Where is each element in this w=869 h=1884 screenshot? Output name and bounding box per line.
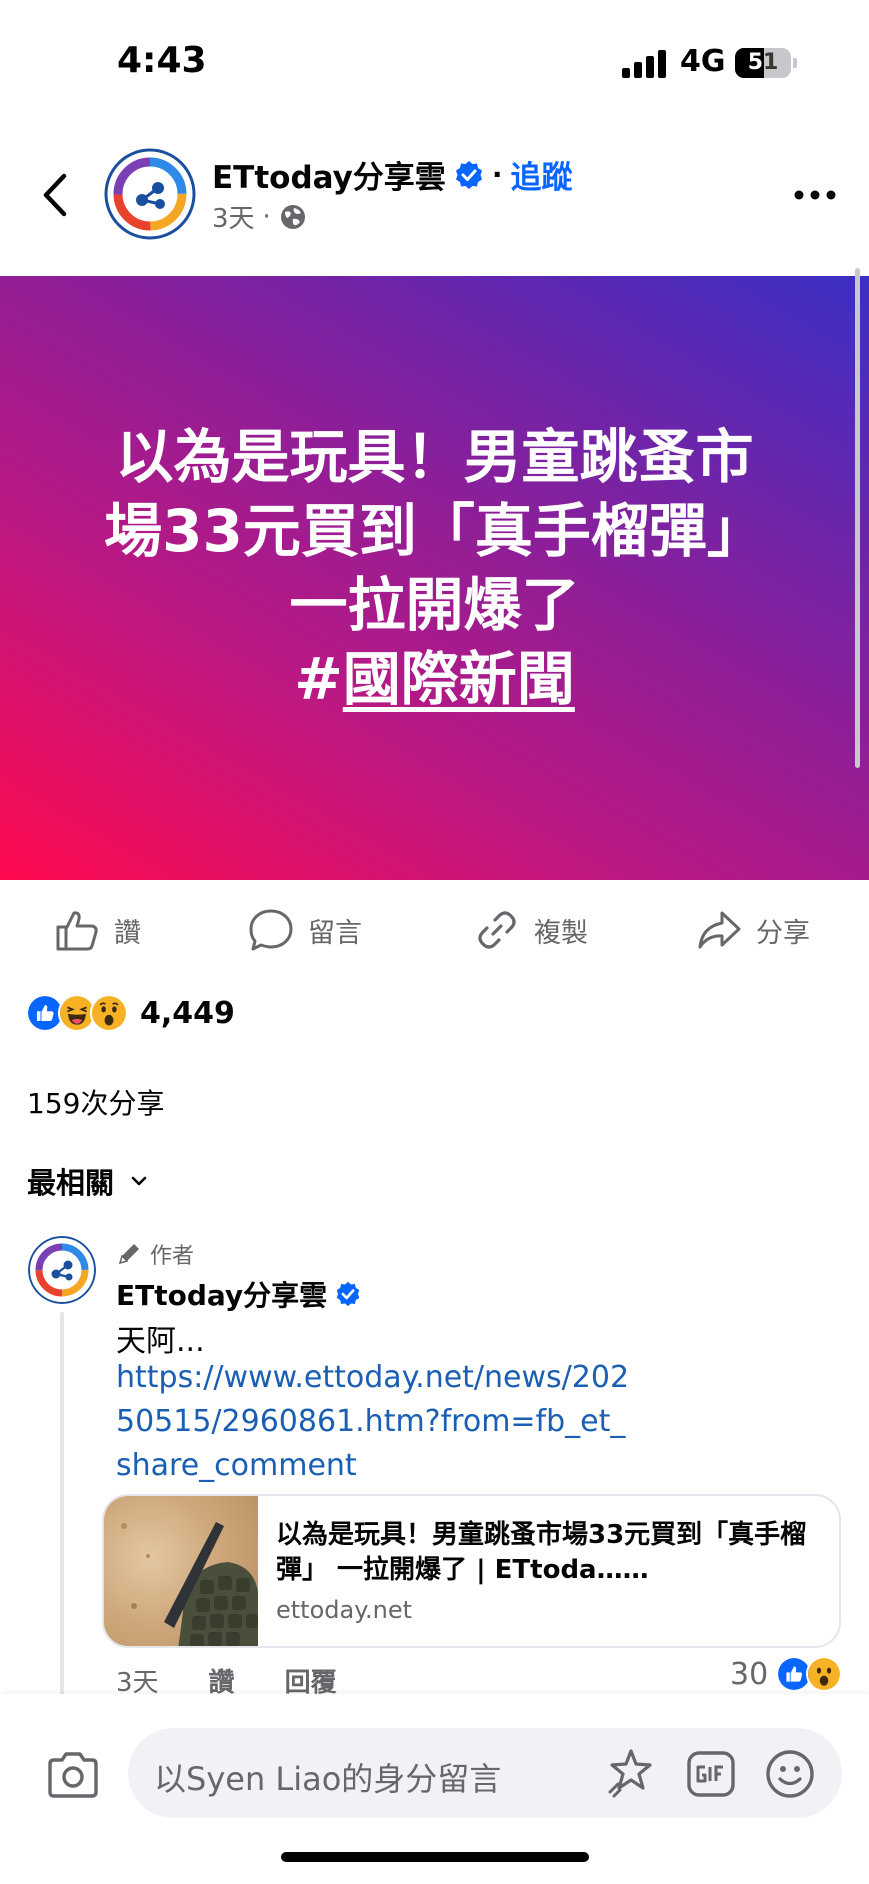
battery-tip bbox=[793, 58, 797, 68]
copy-button[interactable]: 複製 bbox=[474, 895, 588, 965]
name-separator: · bbox=[491, 158, 503, 191]
battery-level: 51 bbox=[747, 50, 779, 75]
emoji-icon[interactable] bbox=[764, 1748, 816, 1800]
comment-author-row: ETtoday分享雲 bbox=[116, 1274, 361, 1314]
comment-reaction-count: 30 bbox=[730, 1656, 769, 1692]
sort-label: 最相關 bbox=[27, 1166, 115, 1200]
grenade-image bbox=[121, 1522, 258, 1646]
author-badge-label: 作者 bbox=[150, 1244, 195, 1269]
copy-label: 複製 bbox=[534, 917, 588, 949]
globe-icon bbox=[280, 204, 305, 229]
status-bar: 4:43 4G 51 bbox=[0, 0, 869, 120]
post-image-banner[interactable]: 以為是玩具！男童跳蚤市 場33元買到「真手榴彈」 一拉開爆了 #國際新聞 bbox=[0, 276, 869, 880]
pencil-icon bbox=[118, 1244, 139, 1265]
comment-reactions[interactable]: 30 bbox=[730, 1656, 843, 1692]
more-options-icon[interactable] bbox=[793, 185, 837, 205]
follow-button[interactable]: 追蹤 bbox=[510, 152, 572, 197]
signal-icon bbox=[622, 50, 666, 78]
link-domain: ettoday.net bbox=[276, 1596, 413, 1624]
banner-line-1: 以為是玩具！男童跳蚤市 bbox=[115, 423, 754, 491]
share-button[interactable]: 分享 bbox=[696, 895, 810, 965]
share-label: 分享 bbox=[756, 917, 810, 949]
hashtag-prefix: # bbox=[294, 645, 343, 713]
page-name-row: ETtoday分享雲 · 追蹤 bbox=[212, 152, 572, 197]
link-icon bbox=[478, 911, 516, 949]
thumbs-up-icon bbox=[56, 911, 98, 951]
commenter-avatar[interactable] bbox=[28, 1236, 96, 1304]
link-title: 以為是玩具！男童跳蚤市場33元買到「真手榴彈」 一拉開爆了 | ETtoda…… bbox=[276, 1520, 807, 1585]
wow-reaction-icon bbox=[806, 1656, 843, 1692]
link-thumbnail bbox=[104, 1496, 258, 1646]
comment-sort-dropdown[interactable]: 最相關 bbox=[27, 1160, 150, 1202]
reaction-count: 4,449 bbox=[140, 995, 235, 1031]
comment-label: 留言 bbox=[308, 917, 362, 949]
comment-input[interactable]: 以Syen Liao的身分留言 bbox=[128, 1728, 842, 1818]
home-indicator[interactable] bbox=[281, 1852, 589, 1862]
banner-line-3: 一拉開爆了 bbox=[289, 571, 580, 639]
network-type: 4G bbox=[680, 44, 726, 79]
comment-input-placeholder: 以Syen Liao的身分留言 bbox=[154, 1760, 502, 1798]
share-arrow-icon bbox=[698, 911, 741, 949]
chevron-down-icon bbox=[131, 1176, 147, 1186]
comment-composer: 以Syen Liao的身分留言 bbox=[0, 1694, 869, 1884]
banner-hashtag-row: #國際新聞 bbox=[40, 642, 829, 716]
comment-text: 天阿... bbox=[116, 1324, 205, 1359]
banner-line-2: 場33元買到「真手榴彈」 bbox=[104, 497, 765, 565]
comment-button[interactable]: 留言 bbox=[248, 895, 362, 965]
post-header: ETtoday分享雲 · 追蹤 3天 · bbox=[0, 130, 869, 270]
thread-line bbox=[60, 1312, 64, 1702]
battery-icon: 51 bbox=[735, 48, 791, 78]
post-time[interactable]: 3天 bbox=[212, 198, 255, 235]
like-label: 讚 bbox=[114, 917, 141, 949]
camera-icon[interactable] bbox=[46, 1750, 100, 1800]
author-badge: 作者 bbox=[116, 1238, 194, 1270]
banner-headline: 以為是玩具！男童跳蚤市 場33元買到「真手榴彈」 一拉開爆了 #國際新聞 bbox=[40, 420, 829, 716]
share-count[interactable]: 159次分享 bbox=[27, 1082, 164, 1122]
link-preview-card[interactable]: 以為是玩具！男童跳蚤市場33元買到「真手榴彈」 一拉開爆了 | ETtoda……… bbox=[102, 1494, 841, 1648]
post-meta: 3天 · bbox=[212, 198, 307, 235]
comment-link[interactable]: https://www.ettoday.net/news/20250515/29… bbox=[116, 1356, 636, 1488]
like-button[interactable]: 讚 bbox=[54, 895, 141, 965]
back-icon[interactable] bbox=[36, 170, 76, 220]
gif-icon[interactable] bbox=[686, 1750, 736, 1798]
status-time: 4:43 bbox=[117, 40, 207, 81]
page-avatar[interactable] bbox=[104, 148, 196, 240]
scroll-indicator[interactable] bbox=[855, 268, 860, 768]
comment-bubble-icon bbox=[249, 909, 293, 951]
meta-separator: · bbox=[262, 201, 271, 232]
verified-badge-icon bbox=[336, 1281, 360, 1307]
hashtag-link[interactable]: 國際新聞 bbox=[343, 645, 575, 713]
page-name[interactable]: ETtoday分享雲 bbox=[212, 152, 446, 197]
post-action-bar: 讚 留言 複製 分享 bbox=[0, 895, 869, 965]
wow-reaction-icon bbox=[90, 994, 128, 1032]
sticker-icon[interactable] bbox=[604, 1746, 658, 1800]
reaction-summary[interactable]: 4,449 bbox=[26, 990, 235, 1036]
comment-author[interactable]: ETtoday分享雲 bbox=[116, 1274, 327, 1314]
verified-badge-icon bbox=[455, 160, 482, 189]
